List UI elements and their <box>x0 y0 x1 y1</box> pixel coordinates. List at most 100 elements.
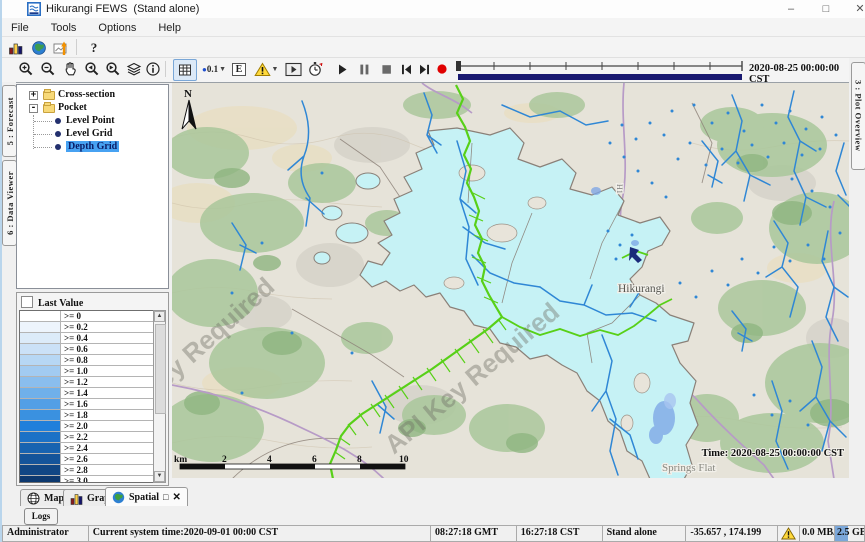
legend-row[interactable]: >= 0.6 <box>20 344 165 355</box>
step-forward-button[interactable] <box>414 59 434 79</box>
play-icon <box>335 62 350 77</box>
legend-row[interactable]: >= 2.6 <box>20 454 165 465</box>
menu-file[interactable]: File <box>2 20 38 34</box>
legend-row[interactable]: >= 1.8 <box>20 410 165 421</box>
tab-plot-overview[interactable]: 3 : Plot Overview <box>851 62 865 170</box>
warning-icon <box>781 527 796 540</box>
legend-row[interactable]: >= 0.8 <box>20 355 165 366</box>
collapse-icon[interactable]: - <box>29 104 38 113</box>
data-explorer-button[interactable] <box>6 38 26 58</box>
tree-item-label[interactable]: Level Point <box>66 115 115 126</box>
pause-button[interactable] <box>354 59 374 79</box>
legend-color-swatch <box>20 388 60 398</box>
legend-color-swatch <box>20 399 60 409</box>
legend-color-swatch <box>20 454 60 464</box>
tree-item-label[interactable]: Pocket <box>58 102 87 113</box>
menu-options[interactable]: Options <box>89 20 145 34</box>
legend-row[interactable]: >= 2.4 <box>20 443 165 454</box>
checkbox-icon[interactable] <box>21 296 33 308</box>
minimize-button[interactable]: – <box>778 2 804 16</box>
status-download-rate: 0.0 MB/s <box>800 525 835 542</box>
map-toolbar: ● 0.1 ▼ E ▼ <box>2 58 849 83</box>
spatial-display-button[interactable] <box>52 38 72 58</box>
tree-row[interactable]: Level Grid <box>17 128 168 141</box>
svg-text:10: 10 <box>399 455 409 465</box>
tree-row-selected[interactable]: Depth Grid <box>17 141 168 154</box>
scrollbar-thumb[interactable] <box>155 324 166 414</box>
status-warning[interactable] <box>778 525 800 542</box>
legend-row[interactable]: >= 1.0 <box>20 366 165 377</box>
tree-row[interactable]: - Pocket <box>17 102 168 115</box>
info-icon <box>145 61 161 77</box>
menu-tools[interactable]: Tools <box>42 20 86 34</box>
legend-color-swatch <box>20 476 60 483</box>
help-button[interactable]: ? <box>84 38 104 58</box>
layers-button[interactable] <box>124 59 144 79</box>
legend-row[interactable]: >= 1.4 <box>20 388 165 399</box>
zoom-out-button[interactable] <box>38 59 58 79</box>
legend-row[interactable]: >= 0 <box>20 311 165 322</box>
tab-spatial[interactable]: Spatial □ ✕ <box>105 487 188 506</box>
tree-item-label[interactable]: Level Grid <box>66 128 112 139</box>
map-display-button[interactable] <box>29 38 49 58</box>
tree-row[interactable]: + Cross-section <box>17 89 168 102</box>
tab-data-viewer[interactable]: 6 : Data Viewer <box>2 160 17 246</box>
legend-color-swatch <box>20 366 60 376</box>
map-viewport[interactable]: API Key Required API Key Required H1 Hik… <box>172 82 849 479</box>
info-button[interactable] <box>143 59 163 79</box>
maximize-button[interactable]: □ <box>813 2 839 16</box>
stop-button[interactable] <box>376 59 396 79</box>
step-back-button[interactable] <box>396 59 416 79</box>
tree-item-label[interactable]: Depth Grid <box>66 141 119 152</box>
map-canvas: API Key Required API Key Required H1 Hik… <box>172 83 849 479</box>
legend-row-label: >= 2.4 <box>60 443 165 453</box>
legend-row[interactable]: >= 1.6 <box>20 399 165 410</box>
legend-row[interactable]: >= 2.8 <box>20 465 165 476</box>
expand-icon[interactable]: + <box>29 91 38 100</box>
title-bar[interactable]: Hikurangi FEWS (Stand alone) – □ ✕ <box>2 0 865 18</box>
legend-row[interactable]: >= 2.2 <box>20 432 165 443</box>
layers-tree-panel[interactable]: + Cross-section - Pocket Level Point Lev… <box>16 84 169 289</box>
warnings-dropdown[interactable]: ▼ <box>251 59 281 79</box>
legend-row[interactable]: >= 3.0 <box>20 476 165 483</box>
tab-maximize-icon[interactable]: □ <box>163 492 168 502</box>
tab-map-label: Map <box>44 493 64 504</box>
tree-connector <box>34 121 52 122</box>
grid-scale-dropdown[interactable]: ● 0.1 ▼ <box>199 59 229 79</box>
zoom-previous-button[interactable] <box>82 59 102 79</box>
slider-handle[interactable] <box>456 61 461 71</box>
time-slider[interactable] <box>454 58 746 82</box>
legend-scrollbar[interactable]: ▲ ▼ <box>153 310 166 483</box>
timer-button[interactable] <box>305 59 325 79</box>
zoom-in-button[interactable] <box>16 59 36 79</box>
play-button[interactable] <box>332 59 352 79</box>
tab-forecast[interactable]: 5 : Forecast <box>2 85 17 157</box>
grid-icon <box>177 62 193 78</box>
scroll-down-icon[interactable]: ▼ <box>154 471 165 482</box>
legend-color-swatch <box>20 344 60 354</box>
status-local-time: 16:27:18 CST <box>517 525 603 542</box>
editor-button[interactable]: E <box>231 59 247 79</box>
legend-row-label: >= 2.0 <box>60 421 165 431</box>
legend-row[interactable]: >= 0.2 <box>20 322 165 333</box>
menu-help[interactable]: Help <box>149 20 190 34</box>
tab-close-icon[interactable]: ✕ <box>172 492 180 503</box>
status-coordinates: -35.657 , 174.199 <box>686 525 778 542</box>
legend-row[interactable]: >= 1.2 <box>20 377 165 388</box>
scroll-up-icon[interactable]: ▲ <box>154 311 165 322</box>
tree-item-label[interactable]: Cross-section <box>58 89 115 100</box>
logs-button[interactable]: Logs <box>24 508 58 525</box>
legend-row[interactable]: >= 0.4 <box>20 333 165 344</box>
pan-button[interactable] <box>60 59 80 79</box>
animation-button[interactable] <box>283 59 303 79</box>
tree-row[interactable]: Level Point <box>17 115 168 128</box>
show-grid-button[interactable] <box>173 59 197 81</box>
zoom-next-button[interactable] <box>103 59 123 79</box>
help-icon: ? <box>91 40 98 56</box>
legend-row[interactable]: >= 2.0 <box>20 421 165 432</box>
last-value-option[interactable]: Last Value <box>21 296 83 309</box>
svg-text:4: 4 <box>267 455 272 465</box>
close-button[interactable]: ✕ <box>847 2 865 16</box>
chart-arrow-icon <box>53 40 71 56</box>
record-button[interactable] <box>432 59 452 79</box>
